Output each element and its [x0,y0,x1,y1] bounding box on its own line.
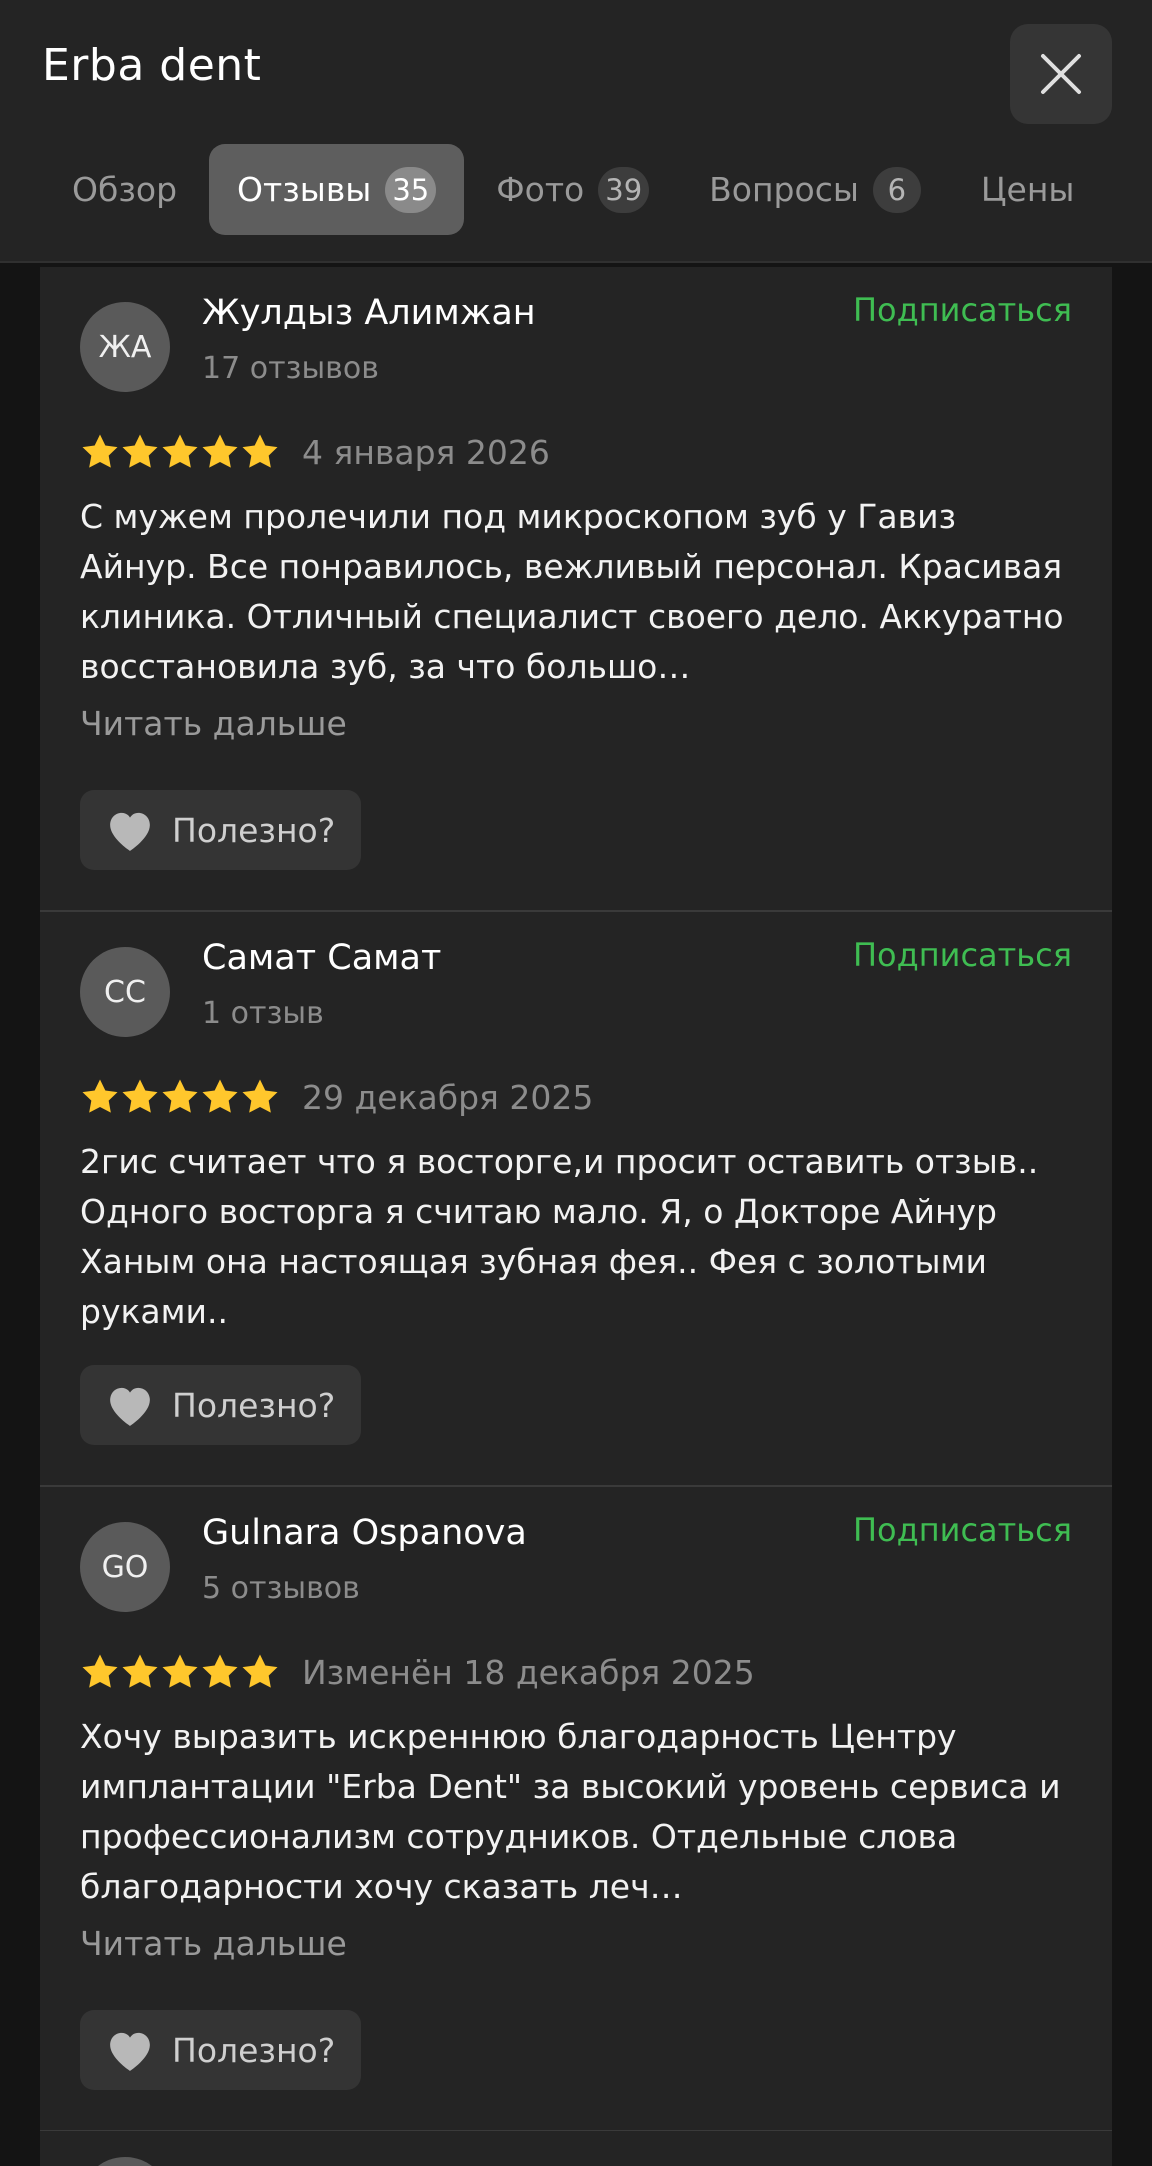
next-review-card-partial [40,2131,1112,2166]
rating-row: Изменён 18 декабря 2025 [80,1652,755,1692]
tab-count-badge: 35 [385,166,437,213]
avatar[interactable]: GO [80,1522,170,1612]
review-date: 29 декабря 2025 [302,1077,594,1117]
star-icon [82,434,118,468]
avatar[interactable]: ЖА [80,302,170,392]
reviews-list: ЖА Жулдыз Алимжан 17 отзывов Подписаться… [40,267,1112,2132]
star-icon [242,434,278,468]
review-card: СС Самат Самат 1 отзыв Подписаться 29 де… [40,912,1112,1487]
star-icon [162,1079,198,1113]
star-icon [122,1654,158,1688]
star-rating [80,432,280,472]
tab-label: Вопросы [709,170,859,209]
read-more-link[interactable]: Читать дальше [80,1924,347,1963]
helpful-button[interactable]: Полезно? [80,790,362,870]
helpful-button[interactable]: Полезно? [80,2010,362,2090]
author-name[interactable]: Жулдыз Алимжан [202,293,536,333]
review-card: ЖА Жулдыз Алимжан 17 отзывов Подписаться… [40,267,1112,912]
star-icon [202,1654,238,1688]
author-review-count: 5 отзывов [202,1571,360,1606]
tab-photos[interactable]: Фото 39 [468,144,677,235]
star-icon [162,434,198,468]
author-review-count: 1 отзыв [202,996,324,1031]
tab-count-badge: 6 [872,166,921,213]
review-text: Хочу выразить искреннюю благодарность Це… [80,1717,1061,1906]
subscribe-button[interactable]: Подписаться [853,1511,1072,1549]
heart-icon [110,1387,150,1426]
tab-overview[interactable]: Обзор [44,144,205,235]
tab-bar: Обзор Отзывы 35 Фото 39 Вопросы 6 Цены [44,144,1106,235]
review-card: GO Gulnara Ospanova 5 отзывов Подписатьс… [40,1487,1112,2132]
star-rating [80,1077,280,1117]
helpful-label: Полезно? [172,1385,336,1425]
subscribe-button[interactable]: Подписаться [853,936,1072,974]
rating-row: 29 декабря 2025 [80,1077,593,1117]
place-title: Erba dent [42,40,262,91]
star-icon [242,1654,278,1688]
review-date: 4 января 2026 [302,432,550,472]
place-header: Erba dent Обзор Отзывы 35 Фото 39 Вопрос… [0,0,1152,263]
read-more-link[interactable]: Читать дальше [80,704,347,743]
avatar[interactable]: СС [80,947,170,1037]
star-icon [82,1079,118,1113]
close-button[interactable] [1010,24,1112,124]
star-icon [202,434,238,468]
tab-count-badge: 39 [598,166,650,213]
review-date: Изменён 18 декабря 2025 [302,1652,755,1692]
tab-label: Фото [496,170,585,209]
helpful-label: Полезно? [172,810,336,850]
tab-prices[interactable]: Цены [953,144,1103,235]
avatar[interactable] [80,2157,170,2166]
close-icon [1041,54,1081,94]
star-icon [162,1654,198,1688]
star-icon [242,1079,278,1113]
author-name[interactable]: Самат Самат [202,938,441,978]
subscribe-button[interactable]: Подписаться [853,291,1072,329]
tab-questions[interactable]: Вопросы 6 [681,144,949,235]
heart-icon [110,812,150,851]
rating-row: 4 января 2026 [80,432,550,472]
helpful-label: Полезно? [172,2030,336,2070]
star-icon [122,434,158,468]
helpful-button[interactable]: Полезно? [80,1365,362,1445]
star-icon [122,1079,158,1113]
star-rating [80,1652,280,1692]
star-icon [202,1079,238,1113]
tab-label: Обзор [72,170,178,209]
author-review-count: 17 отзывов [202,351,379,386]
tab-label: Отзывы [237,170,372,209]
tab-reviews[interactable]: Отзывы 35 [209,144,465,235]
review-text: 2гис считает что я восторге,и просит ост… [80,1142,1039,1331]
heart-icon [110,2032,150,2071]
author-name[interactable]: Gulnara Ospanova [202,1513,527,1553]
tab-label: Цены [980,170,1075,209]
review-text: С мужем пролечили под микроскопом зуб у … [80,497,1064,686]
star-icon [82,1654,118,1688]
